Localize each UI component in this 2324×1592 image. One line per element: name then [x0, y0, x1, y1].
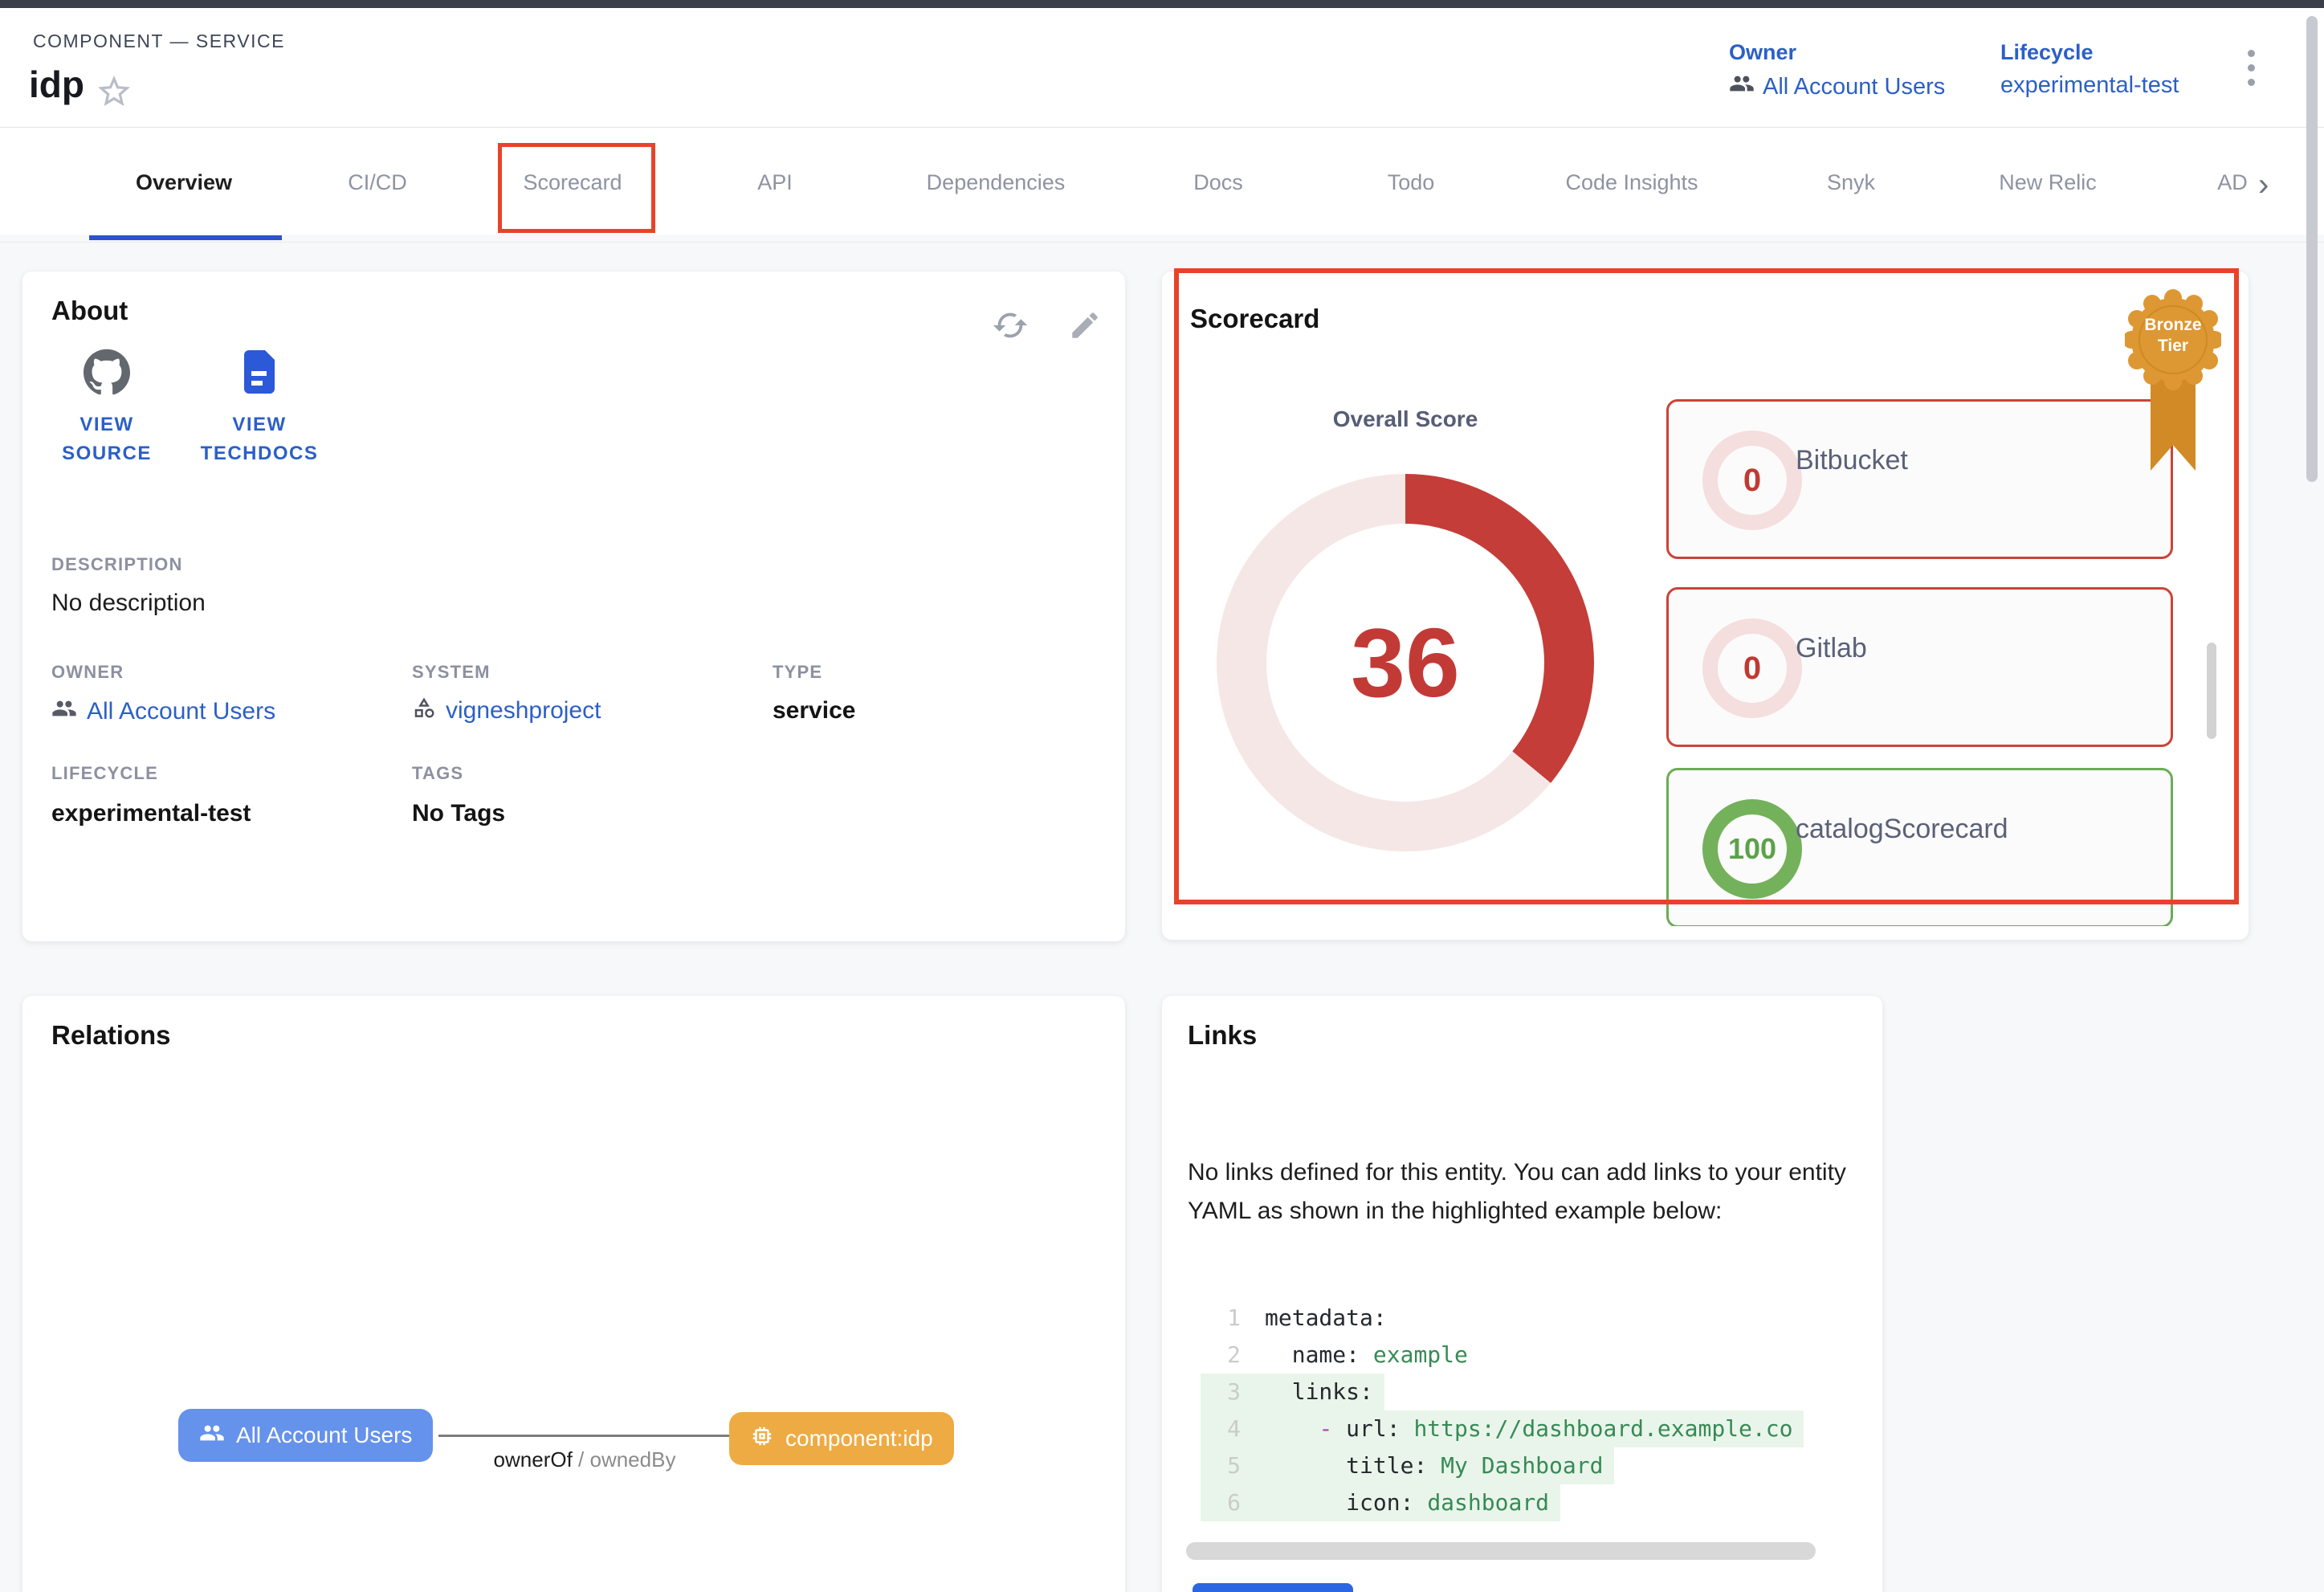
- relation-node-owner-label: All Account Users: [236, 1423, 412, 1448]
- lifecycle-field-label: LIFECYCLE: [51, 763, 158, 784]
- entity-header: COMPONENT — SERVICE idp Owner All Accoun…: [0, 8, 2324, 235]
- type-field-label: TYPE: [773, 662, 822, 683]
- scorecard-entry-gitlab[interactable]: 0 Gitlab: [1666, 587, 2173, 747]
- type-value: service: [773, 697, 855, 725]
- code-line: 1metadata:: [1201, 1300, 1398, 1337]
- view-source-label: VIEW SOURCE: [39, 410, 175, 468]
- scorecard-entry-bitbucket[interactable]: 0 Bitbucket: [1666, 399, 2173, 559]
- links-card-title: Links: [1188, 1020, 1257, 1051]
- tab-todo[interactable]: Todo: [1388, 170, 1435, 195]
- tab-cicd[interactable]: CI/CD: [348, 170, 407, 195]
- description-label: DESCRIPTION: [51, 554, 183, 575]
- people-icon: [1729, 71, 1755, 103]
- scorecard-card-title: Scorecard: [1190, 304, 1319, 334]
- code-horizontal-scrollbar[interactable]: [1186, 1542, 1816, 1560]
- tab-new-relic[interactable]: New Relic: [1999, 170, 2097, 195]
- relation-node-component[interactable]: component:idp: [729, 1412, 954, 1465]
- relation-edge-label: ownerOf / ownedBy: [440, 1447, 729, 1472]
- view-techdocs-label: VIEW TECHDOCS: [191, 410, 328, 468]
- about-lifecycle-value: experimental-test: [51, 800, 251, 827]
- cut-off-blue-button[interactable]: [1193, 1583, 1353, 1592]
- tab-snyk[interactable]: Snyk: [1827, 170, 1875, 195]
- about-card-title: About: [51, 296, 128, 326]
- code-line-highlighted: 3 links:: [1201, 1374, 1384, 1410]
- system-field-label: SYSTEM: [412, 662, 491, 683]
- tabs-divider: [0, 242, 2324, 243]
- score-ring: 100: [1702, 799, 1802, 899]
- refresh-icon[interactable]: [992, 307, 1029, 348]
- edge-label-ownerof: ownerOf: [494, 1447, 573, 1472]
- page-scrollbar-thumb[interactable]: [2306, 16, 2318, 482]
- owner-field-label: OWNER: [51, 662, 124, 683]
- browser-top-bar: [0, 0, 2324, 8]
- more-options-kebab-icon[interactable]: [2245, 50, 2257, 98]
- scorecard-tab-highlight-box: [498, 143, 655, 233]
- about-system-text: vigneshproject: [446, 697, 601, 725]
- score-ring: 0: [1702, 431, 1802, 530]
- tags-value: No Tags: [412, 800, 505, 827]
- breadcrumb: COMPONENT — SERVICE: [33, 31, 285, 52]
- relation-node-component-label: component:idp: [785, 1426, 933, 1451]
- scorecard-card: Scorecard Overall Score 36 0 Bitbucket 0…: [1162, 271, 2249, 940]
- overall-score-donut: 36: [1217, 474, 1594, 851]
- overall-score-value: 36: [1217, 474, 1594, 851]
- owner-link-text: All Account Users: [1763, 74, 1945, 100]
- tab-ad-truncated[interactable]: AD: [2217, 170, 2248, 195]
- tab-code-insights[interactable]: Code Insights: [1565, 170, 1698, 195]
- code-line-highlighted: 4 - url: https://dashboard.example.co: [1201, 1410, 1804, 1447]
- about-system-link[interactable]: vigneshproject: [412, 696, 601, 726]
- relation-edge-line: [438, 1435, 729, 1437]
- system-icon: [412, 696, 436, 726]
- relations-card: Relations All Account Users component:id…: [22, 996, 1125, 1592]
- about-owner-text: All Account Users: [87, 698, 275, 725]
- relation-node-owner[interactable]: All Account Users: [178, 1409, 433, 1462]
- entry-name: Gitlab: [1796, 633, 1867, 664]
- techdocs-doc-icon: [239, 349, 279, 399]
- view-source-link[interactable]: VIEW SOURCE: [39, 349, 175, 468]
- tags-field-label: TAGS: [412, 763, 463, 784]
- description-value: No description: [51, 590, 206, 617]
- edit-pencil-icon[interactable]: [1068, 308, 1102, 346]
- favorite-star-icon[interactable]: [95, 72, 133, 111]
- links-card: Links No links defined for this entity. …: [1162, 996, 1882, 1592]
- code-line: 2 name: example: [1201, 1337, 1479, 1374]
- entry-name: catalogScorecard: [1796, 814, 2008, 845]
- overall-score-label: Overall Score: [1285, 406, 1526, 432]
- header-divider: [0, 127, 2324, 128]
- scorecard-entries-list: 0 Bitbucket 0 Gitlab 100 catalogScorecar…: [1666, 399, 2173, 926]
- score-ring: 0: [1702, 618, 1802, 718]
- edge-label-separator: /: [573, 1447, 590, 1472]
- links-empty-message: No links defined for this entity. You ca…: [1188, 1153, 1862, 1231]
- entity-page: COMPONENT — SERVICE idp Owner All Accoun…: [0, 0, 2324, 1592]
- badge-text-line1: Bronze: [2125, 315, 2221, 336]
- about-owner-link[interactable]: All Account Users: [51, 696, 275, 728]
- active-tab-underline: [89, 235, 282, 240]
- page-title: idp: [29, 63, 84, 106]
- tabs-overflow-chevron-icon[interactable]: ›: [2258, 167, 2269, 203]
- scorecard-scrollbar-thumb[interactable]: [2207, 643, 2216, 739]
- chip-icon: [750, 1424, 774, 1454]
- view-techdocs-link[interactable]: VIEW TECHDOCS: [191, 349, 328, 468]
- about-card: About VIEW SOURCE VIEW TECHDOCS DESCRI: [22, 271, 1125, 941]
- owner-label: Owner: [1729, 40, 1796, 65]
- people-icon: [199, 1420, 225, 1451]
- lifecycle-label: Lifecycle: [2000, 40, 2094, 65]
- owner-link[interactable]: All Account Users: [1729, 71, 1945, 103]
- tab-api[interactable]: API: [757, 170, 793, 195]
- relations-card-title: Relations: [51, 1020, 171, 1051]
- edge-label-ownedby: ownedBy: [589, 1447, 675, 1472]
- github-icon: [84, 349, 130, 399]
- tab-docs[interactable]: Docs: [1193, 170, 1243, 195]
- lifecycle-value: experimental-test: [2000, 72, 2179, 99]
- scorecard-entry-catalogscorecard[interactable]: 100 catalogScorecard: [1666, 768, 2173, 926]
- code-line-highlighted: 6 icon: dashboard: [1201, 1484, 1560, 1521]
- people-icon: [51, 696, 77, 728]
- code-line-highlighted: 5 title: My Dashboard: [1201, 1447, 1614, 1484]
- tab-dependencies[interactable]: Dependencies: [927, 170, 1066, 195]
- entry-name: Bitbucket: [1796, 445, 1908, 476]
- badge-text-line2: Tier: [2125, 336, 2221, 357]
- yaml-code-block: 1metadata: 2 name: example 3 links: 4 - …: [1201, 1300, 1837, 1533]
- tab-overview[interactable]: Overview: [136, 170, 232, 195]
- bronze-tier-badge: Bronze Tier: [2125, 280, 2221, 476]
